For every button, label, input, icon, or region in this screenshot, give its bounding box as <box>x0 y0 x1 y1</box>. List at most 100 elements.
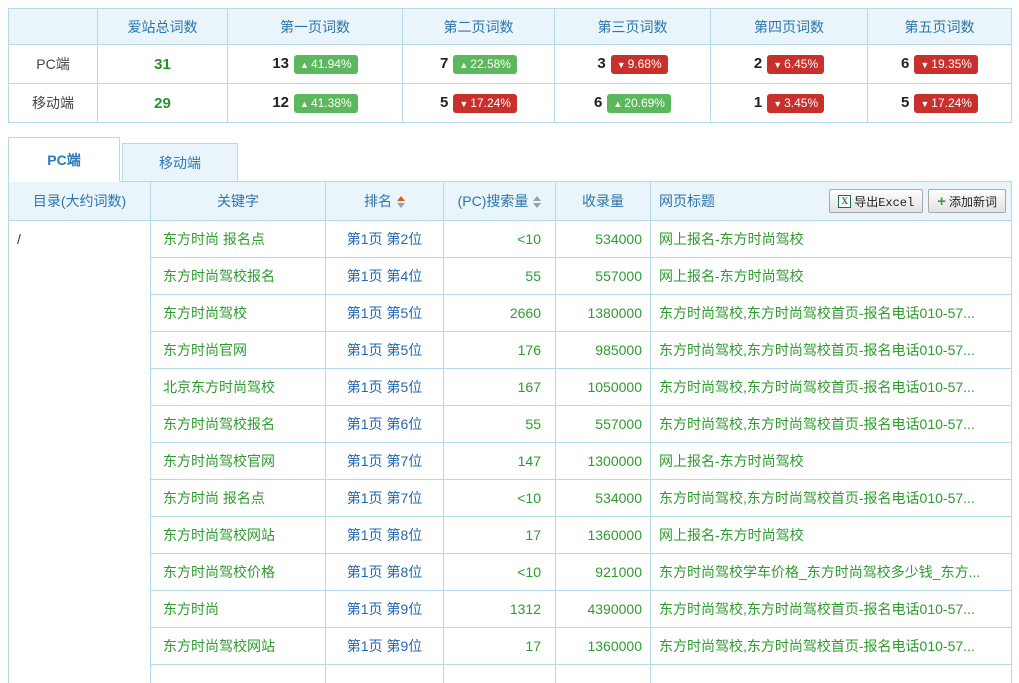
page-title-cell: 网上报名-东方时尚驾校 <box>651 258 1012 295</box>
page-title-cell: 东方时尚驾校,东方时尚驾校首页-报名电话010-57... <box>651 332 1012 369</box>
keyword-cell: 东方时尚驾校报名 <box>151 406 326 443</box>
table-row: 东方时尚驾校官网 第1页 第7位 147 1300000 网上报名-东方时尚驾校 <box>9 443 1012 480</box>
table-toolbar: X导出Excel +添加新词 <box>829 189 1006 213</box>
search-volume-cell: 176 <box>444 332 556 369</box>
table-row: 东方时尚官网 第1页 第5位 176 985000 东方时尚驾校,东方时尚驾校首… <box>9 332 1012 369</box>
change-value: 3.45% <box>784 96 818 110</box>
summary-header-page2: 第二页词数 <box>403 9 555 45</box>
page-words-value: 6 <box>594 94 602 111</box>
page-title-cell <box>651 665 1012 683</box>
page-words-value: 13 <box>272 55 289 72</box>
change-badge: ▼17.24% <box>453 94 517 113</box>
indexed-count-cell: 557000 <box>556 258 651 295</box>
change-badge: ▼9.68% <box>611 55 668 74</box>
rank-link[interactable]: 第1页 第7位 <box>326 480 444 517</box>
indexed-count-cell: 1300000 <box>556 443 651 480</box>
page-words-cell: 7 ▲22.58% <box>403 45 555 84</box>
page-title-cell: 网上报名-东方时尚驾校 <box>651 221 1012 258</box>
page-title-cell: 东方时尚驾校,东方时尚驾校首页-报名电话010-57... <box>651 295 1012 332</box>
page-words-value: 7 <box>440 55 448 72</box>
keyword-cell: 东方时尚驾校官网 <box>151 443 326 480</box>
trend-arrow-icon: ▲ <box>613 99 622 109</box>
change-badge: ▼3.45% <box>767 94 824 113</box>
search-volume-cell: 55 <box>444 258 556 295</box>
add-keyword-label: 添加新词 <box>949 193 997 210</box>
page-title-cell: 东方时尚驾校学车价格_东方时尚驾校多少钱_东方... <box>651 554 1012 591</box>
rank-link[interactable]: 第1页 第7位 <box>326 443 444 480</box>
rank-link[interactable]: 第1页 第5位 <box>326 332 444 369</box>
rank-link[interactable]: 第1页 第5位 <box>326 295 444 332</box>
rank-link[interactable]: 第1页 第6位 <box>326 406 444 443</box>
excel-icon: X <box>838 195 851 208</box>
keywords-header-row: 目录(大约词数) 关键字 排名 (PC)搜索量 收录量 网页标题 X导出Exce… <box>9 182 1012 221</box>
header-title-label: 网页标题 <box>659 193 715 209</box>
indexed-count-cell: 1050000 <box>556 369 651 406</box>
sort-icon[interactable] <box>533 196 541 208</box>
header-keyword: 关键字 <box>151 182 326 221</box>
change-value: 41.38% <box>311 96 352 110</box>
rank-link[interactable]: 第1页 第8位 <box>326 517 444 554</box>
page-words-value: 12 <box>272 94 289 111</box>
page-words-value: 1 <box>754 94 762 111</box>
rank-link[interactable]: 第1页 第5位 <box>326 369 444 406</box>
header-volume-sort[interactable]: (PC)搜索量 <box>444 182 556 221</box>
page-title-cell: 东方时尚驾校,东方时尚驾校首页-报名电话010-57... <box>651 628 1012 665</box>
page-words-cell: 6 ▲20.69% <box>555 84 711 123</box>
page-words-cell: 6 ▼19.35% <box>868 45 1012 84</box>
page-words-value: 3 <box>597 55 605 72</box>
header-volume-label: (PC)搜索量 <box>458 193 529 209</box>
change-badge: ▼19.35% <box>914 55 978 74</box>
rank-link[interactable]: 第1页 第4位 <box>326 258 444 295</box>
change-badge: ▲22.58% <box>453 55 517 74</box>
rank-link[interactable]: 第1页 第9位 <box>326 591 444 628</box>
total-words-value: 29 <box>154 95 171 112</box>
page-words-value: 6 <box>901 55 909 72</box>
search-volume-cell: 17 <box>444 517 556 554</box>
table-row: 东方时尚驾校 第1页 第5位 2660 1380000 东方时尚驾校,东方时尚驾… <box>9 295 1012 332</box>
table-row: 东方时尚 第1页 第9位 1312 4390000 东方时尚驾校,东方时尚驾校首… <box>9 591 1012 628</box>
change-value: 20.69% <box>624 96 665 110</box>
rank-link[interactable]: 第1页 第8位 <box>326 554 444 591</box>
rank-link[interactable]: 第1页 第9位 <box>326 628 444 665</box>
page-title-cell: 网上报名-东方时尚驾校 <box>651 517 1012 554</box>
summary-row-mobile: 移动端 29 12▲41.38% 5▼17.24% 6▲20.69% 1▼3.4… <box>9 84 1012 123</box>
header-indexed: 收录量 <box>556 182 651 221</box>
page-words-cell: 2▼6.45% <box>711 45 868 84</box>
rank-link[interactable]: 第1页 第2位 <box>326 221 444 258</box>
export-excel-button[interactable]: X导出Excel <box>829 189 923 213</box>
search-volume-cell: 17 <box>444 628 556 665</box>
page-words-value: 2 <box>754 55 762 72</box>
keyword-cell <box>151 665 326 683</box>
page-words-cell: 1 ▼3.45% <box>711 84 868 123</box>
keyword-cell: 东方时尚官网 <box>151 332 326 369</box>
trend-arrow-icon: ▲ <box>300 60 309 70</box>
summary-header-page5: 第五页词数 <box>868 9 1012 45</box>
trend-arrow-icon: ▼ <box>920 99 929 109</box>
trend-arrow-icon: ▼ <box>773 60 782 70</box>
summary-header-page4: 第四页词数 <box>711 9 868 45</box>
search-volume-cell: 55 <box>444 406 556 443</box>
plus-icon: + <box>937 194 946 209</box>
keyword-cell: 东方时尚 报名点 <box>151 221 326 258</box>
trend-arrow-icon: ▲ <box>300 99 309 109</box>
indexed-count-cell: 1360000 <box>556 628 651 665</box>
tab-mobile[interactable]: 移动端 <box>122 143 238 182</box>
header-rank-sort[interactable]: 排名 <box>326 182 444 221</box>
change-value: 19.35% <box>931 57 972 71</box>
table-row: / 东方时尚 报名点 第1页 第2位 <10 534000 网上报名-东方时尚驾… <box>9 221 1012 258</box>
indexed-count-cell: 1360000 <box>556 517 651 554</box>
device-label: 移动端 <box>9 84 98 123</box>
total-words-cell: 29 <box>98 84 228 123</box>
search-volume-cell: 2660 <box>444 295 556 332</box>
add-keyword-button[interactable]: +添加新词 <box>928 189 1006 213</box>
table-row-partial <box>9 665 1012 683</box>
table-row: 东方时尚驾校网站 第1页 第8位 17 1360000 网上报名-东方时尚驾校 <box>9 517 1012 554</box>
header-rank-label: 排名 <box>364 193 392 209</box>
tab-pc[interactable]: PC端 <box>8 137 120 182</box>
keyword-cell: 东方时尚 报名点 <box>151 480 326 517</box>
table-row: 东方时尚 报名点 第1页 第7位 <10 534000 东方时尚驾校,东方时尚驾… <box>9 480 1012 517</box>
page-words-cell: 13▲41.94% <box>228 45 403 84</box>
sort-icon[interactable] <box>397 196 405 208</box>
page-title-cell: 东方时尚驾校,东方时尚驾校首页-报名电话010-57... <box>651 480 1012 517</box>
change-value: 17.24% <box>470 96 511 110</box>
